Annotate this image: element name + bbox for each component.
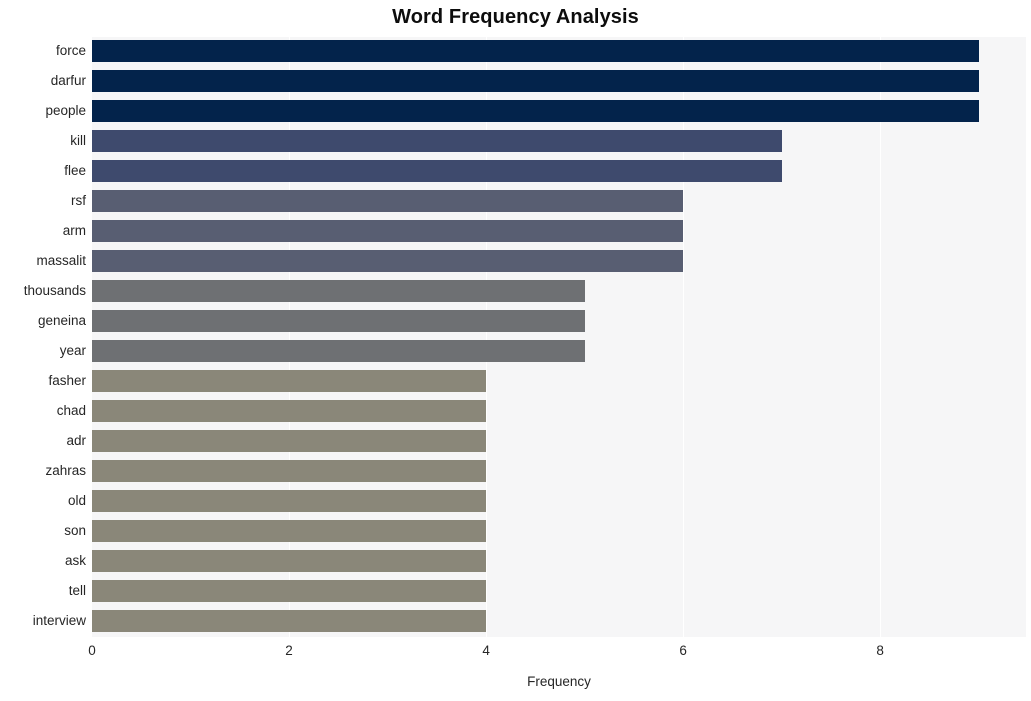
bar[interactable]: [92, 250, 684, 272]
bar[interactable]: [92, 580, 487, 602]
y-axis-tick-label: darfur: [50, 73, 86, 88]
y-axis-tick-label: kill: [70, 133, 86, 148]
bar[interactable]: [92, 490, 487, 512]
bar[interactable]: [92, 400, 487, 422]
y-axis-tick-labels: force darfur people kill flee rsf arm massalit t…: [0, 37, 86, 637]
y-axis-tick-label: year: [59, 343, 86, 358]
bar[interactable]: [92, 460, 487, 482]
chart-title: Word Frequency Analysis: [392, 6, 639, 28]
y-axis-tick-label: massalit: [36, 253, 86, 268]
bar[interactable]: [92, 370, 487, 392]
bar[interactable]: [92, 280, 585, 302]
y-axis-tick-label: tell: [68, 583, 86, 598]
bar[interactable]: [92, 100, 979, 122]
x-axis-title: Frequency: [527, 674, 591, 689]
bar[interactable]: [92, 40, 979, 62]
bar[interactable]: [92, 130, 782, 152]
word-frequency-chart: Word Frequency Analysis force darfur peopl…: [0, 0, 1031, 701]
y-axis-tick-label: fasher: [48, 373, 86, 388]
bar[interactable]: [92, 550, 487, 572]
y-axis-tick-label: ask: [64, 553, 86, 568]
y-axis-tick-label: thousands: [23, 283, 86, 298]
bars-layer: [92, 37, 1026, 637]
bar[interactable]: [92, 520, 487, 542]
bar[interactable]: [92, 190, 684, 212]
y-axis-tick-label: geneina: [37, 313, 86, 328]
bar[interactable]: [92, 160, 782, 182]
y-axis-tick-label: rsf: [71, 193, 86, 208]
bar[interactable]: [92, 70, 979, 92]
x-axis-tick-label: 8: [876, 643, 884, 658]
y-axis-tick-label: son: [64, 523, 86, 538]
x-axis-tick-label: 2: [285, 643, 293, 658]
y-axis-tick-label: people: [45, 103, 86, 118]
y-axis-tick-label: flee: [64, 163, 86, 178]
x-axis-tick-label: 0: [88, 643, 96, 658]
x-axis-tick-label: 4: [482, 643, 490, 658]
y-axis-tick-label: zahras: [45, 463, 86, 478]
y-axis-tick-label: interview: [32, 613, 86, 628]
bar[interactable]: [92, 430, 487, 452]
x-axis-tick-label: 6: [679, 643, 687, 658]
bar[interactable]: [92, 610, 487, 632]
y-axis-tick-label: chad: [56, 403, 86, 418]
x-axis-tick-labels: 0 2 4 6 8: [88, 643, 1026, 665]
bar[interactable]: [92, 340, 585, 362]
y-axis-tick-label: arm: [62, 223, 86, 238]
y-axis-tick-label: old: [67, 493, 86, 508]
y-axis-tick-label: adr: [66, 433, 86, 448]
bar[interactable]: [92, 220, 684, 242]
bar[interactable]: [92, 310, 585, 332]
y-axis-tick-label: force: [55, 43, 86, 58]
